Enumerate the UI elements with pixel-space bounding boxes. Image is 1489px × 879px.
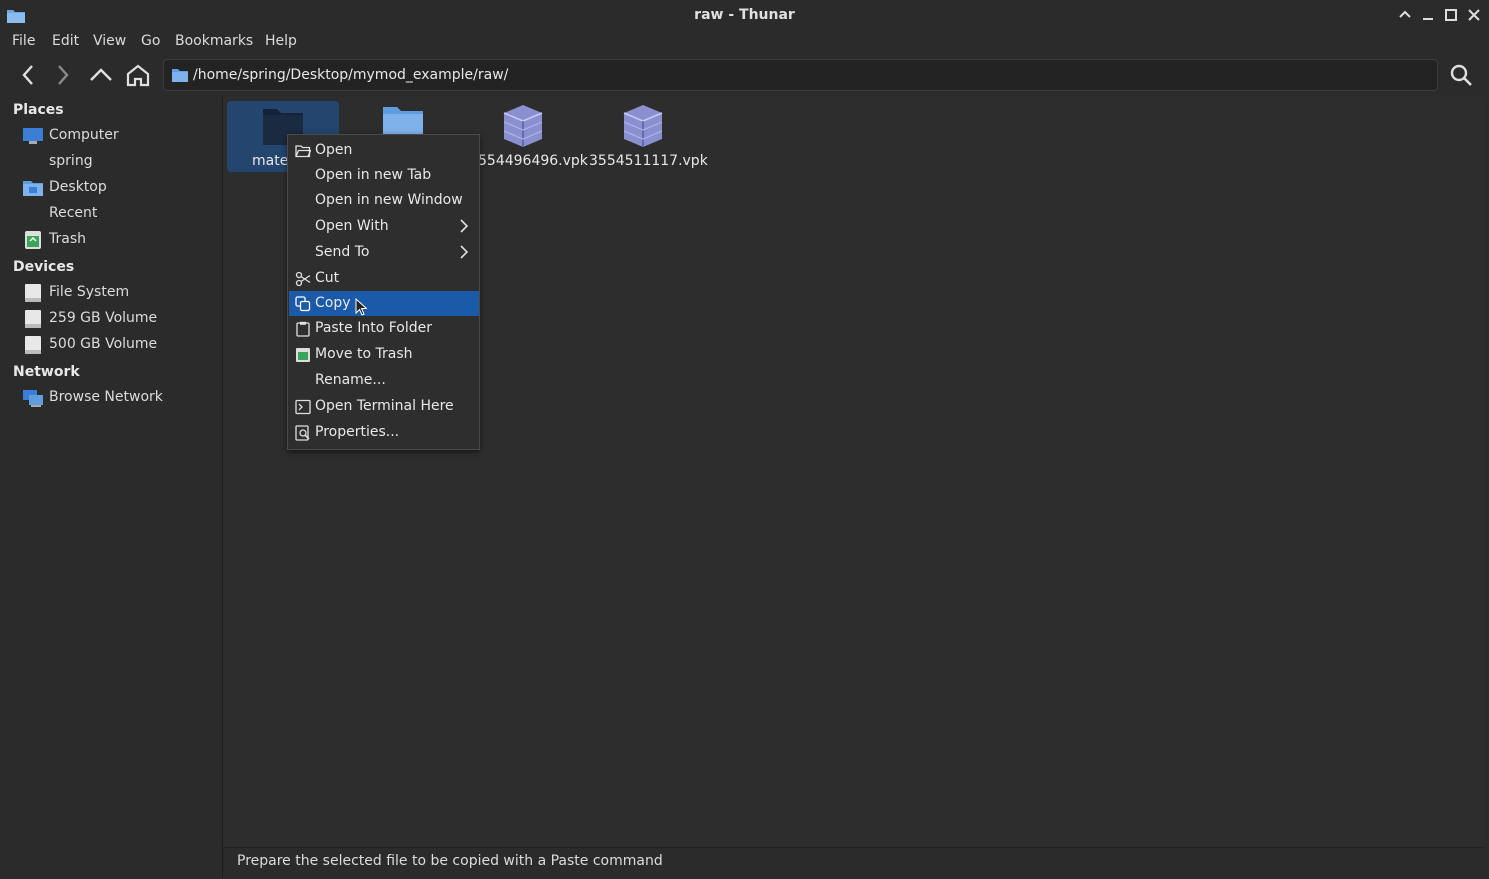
chevron-right-icon xyxy=(460,219,469,233)
sidebar-item-spring[interactable]: spring xyxy=(0,149,222,175)
sidebar-item-label: 500 GB Volume xyxy=(49,336,158,352)
folder-open-icon xyxy=(295,145,311,158)
network-header: Network xyxy=(13,364,80,380)
home-icon[interactable] xyxy=(125,63,151,87)
status-bar: Prepare the selected file to be copied w… xyxy=(223,847,1485,879)
menu-item-label: Open in new Window xyxy=(315,192,463,208)
minimize-icon[interactable] xyxy=(1419,6,1437,24)
menu-item-open-terminal[interactable]: Open Terminal Here xyxy=(289,394,479,419)
menu-file[interactable]: File xyxy=(12,33,35,49)
location-bar[interactable]: /home/spring/Desktop/mymod_example/raw/ xyxy=(163,59,1438,91)
folder-icon[interactable] xyxy=(382,105,424,135)
scissors-icon xyxy=(295,271,311,287)
menu-item-open-new-tab[interactable]: Open in new Tab xyxy=(289,163,479,188)
menu-item-label: Open xyxy=(315,142,353,158)
status-text: Prepare the selected file to be copied w… xyxy=(237,853,663,869)
computer-icon xyxy=(23,128,43,144)
places-header: Places xyxy=(13,102,64,118)
menu-go[interactable]: Go xyxy=(141,33,160,49)
sidebar-item-label: Trash xyxy=(49,231,86,247)
vpk-archive-icon[interactable] xyxy=(500,103,546,149)
sidebar: Places Computer spring Desktop Recent Tr… xyxy=(0,97,223,878)
menu-item-label: Send To xyxy=(315,244,370,260)
context-menu: Open Open in new Tab Open in new Window … xyxy=(287,134,480,450)
title-bar: raw - Thunar xyxy=(0,0,1489,30)
menu-item-label: Open Terminal Here xyxy=(315,398,454,414)
file-label[interactable]: 554496496.vpk xyxy=(478,153,588,169)
trash-icon xyxy=(296,348,310,362)
sidebar-item-desktop[interactable]: Desktop xyxy=(0,175,222,201)
sidebar-item-label: spring xyxy=(49,153,93,169)
menu-item-rename[interactable]: Rename... xyxy=(289,368,479,393)
clipboard-icon xyxy=(296,321,310,337)
drive-icon xyxy=(25,310,41,328)
location-path: /home/spring/Desktop/mymod_example/raw/ xyxy=(193,67,509,83)
menu-item-properties[interactable]: Properties... xyxy=(289,420,479,445)
shade-icon[interactable] xyxy=(1396,6,1414,24)
menu-item-open-with[interactable]: Open With xyxy=(289,214,479,239)
file-label[interactable]: 3554511117.vpk xyxy=(589,153,708,169)
sidebar-item-label: Desktop xyxy=(49,179,107,195)
back-icon[interactable] xyxy=(15,63,41,87)
file-label[interactable]: mate xyxy=(252,153,288,169)
menu-bar: File Edit View Go Bookmarks Help xyxy=(0,30,1489,54)
menu-help[interactable]: Help xyxy=(265,33,297,49)
sidebar-item-trash[interactable]: Trash xyxy=(0,227,222,253)
menu-item-label: Rename... xyxy=(315,372,386,388)
drive-icon xyxy=(25,336,41,354)
trash-icon xyxy=(25,231,41,249)
menu-item-label: Copy xyxy=(315,295,351,311)
terminal-icon xyxy=(295,399,311,415)
menu-item-label: Cut xyxy=(315,270,340,286)
sidebar-item-recent[interactable]: Recent xyxy=(0,201,222,227)
properties-icon xyxy=(295,425,310,441)
copy-icon xyxy=(295,296,311,312)
menu-item-label: Move to Trash xyxy=(315,346,413,362)
menu-item-label: Open With xyxy=(315,218,389,234)
sidebar-item-label: Browse Network xyxy=(49,389,163,405)
chevron-right-icon xyxy=(460,245,469,259)
menu-item-label: Open in new Tab xyxy=(315,167,432,183)
menu-item-open[interactable]: Open xyxy=(289,138,479,163)
mouse-cursor-icon xyxy=(355,298,367,316)
menu-item-copy[interactable]: Copy xyxy=(289,291,479,316)
sidebar-item-browse-network[interactable]: Browse Network xyxy=(0,385,222,411)
network-icon xyxy=(23,390,43,407)
sidebar-item-file-system[interactable]: File System xyxy=(0,280,222,306)
drive-icon xyxy=(25,284,41,302)
close-icon[interactable] xyxy=(1465,6,1483,24)
menu-item-open-new-window[interactable]: Open in new Window xyxy=(289,188,479,213)
menu-item-label: Properties... xyxy=(315,424,400,440)
folder-icon xyxy=(172,69,188,82)
menu-item-send-to[interactable]: Send To xyxy=(289,240,479,265)
forward-icon[interactable] xyxy=(50,63,76,87)
menu-bookmarks[interactable]: Bookmarks xyxy=(175,33,253,49)
menu-view[interactable]: View xyxy=(93,33,126,49)
search-icon[interactable] xyxy=(1448,63,1474,87)
parent-folder-icon[interactable] xyxy=(88,63,114,87)
sidebar-item-label: Computer xyxy=(49,127,119,143)
menu-item-cut[interactable]: Cut xyxy=(289,266,479,291)
devices-header: Devices xyxy=(13,259,75,275)
sidebar-item-259gb[interactable]: 259 GB Volume xyxy=(0,306,222,332)
vpk-archive-icon[interactable] xyxy=(620,103,666,149)
menu-edit[interactable]: Edit xyxy=(52,33,79,49)
sidebar-item-label: 259 GB Volume xyxy=(49,310,158,326)
desktop-folder-icon xyxy=(23,181,43,196)
menu-item-paste-into-folder[interactable]: Paste Into Folder xyxy=(289,316,479,341)
menu-item-move-to-trash[interactable]: Move to Trash xyxy=(289,342,479,367)
menu-item-label: Paste Into Folder xyxy=(315,320,433,336)
sidebar-item-computer[interactable]: Computer xyxy=(0,123,222,149)
window-title: raw - Thunar xyxy=(694,7,795,23)
sidebar-item-label: Recent xyxy=(49,205,98,221)
sidebar-item-500gb[interactable]: 500 GB Volume xyxy=(0,332,222,358)
sidebar-item-label: File System xyxy=(49,284,130,300)
maximize-icon[interactable] xyxy=(1442,6,1460,24)
